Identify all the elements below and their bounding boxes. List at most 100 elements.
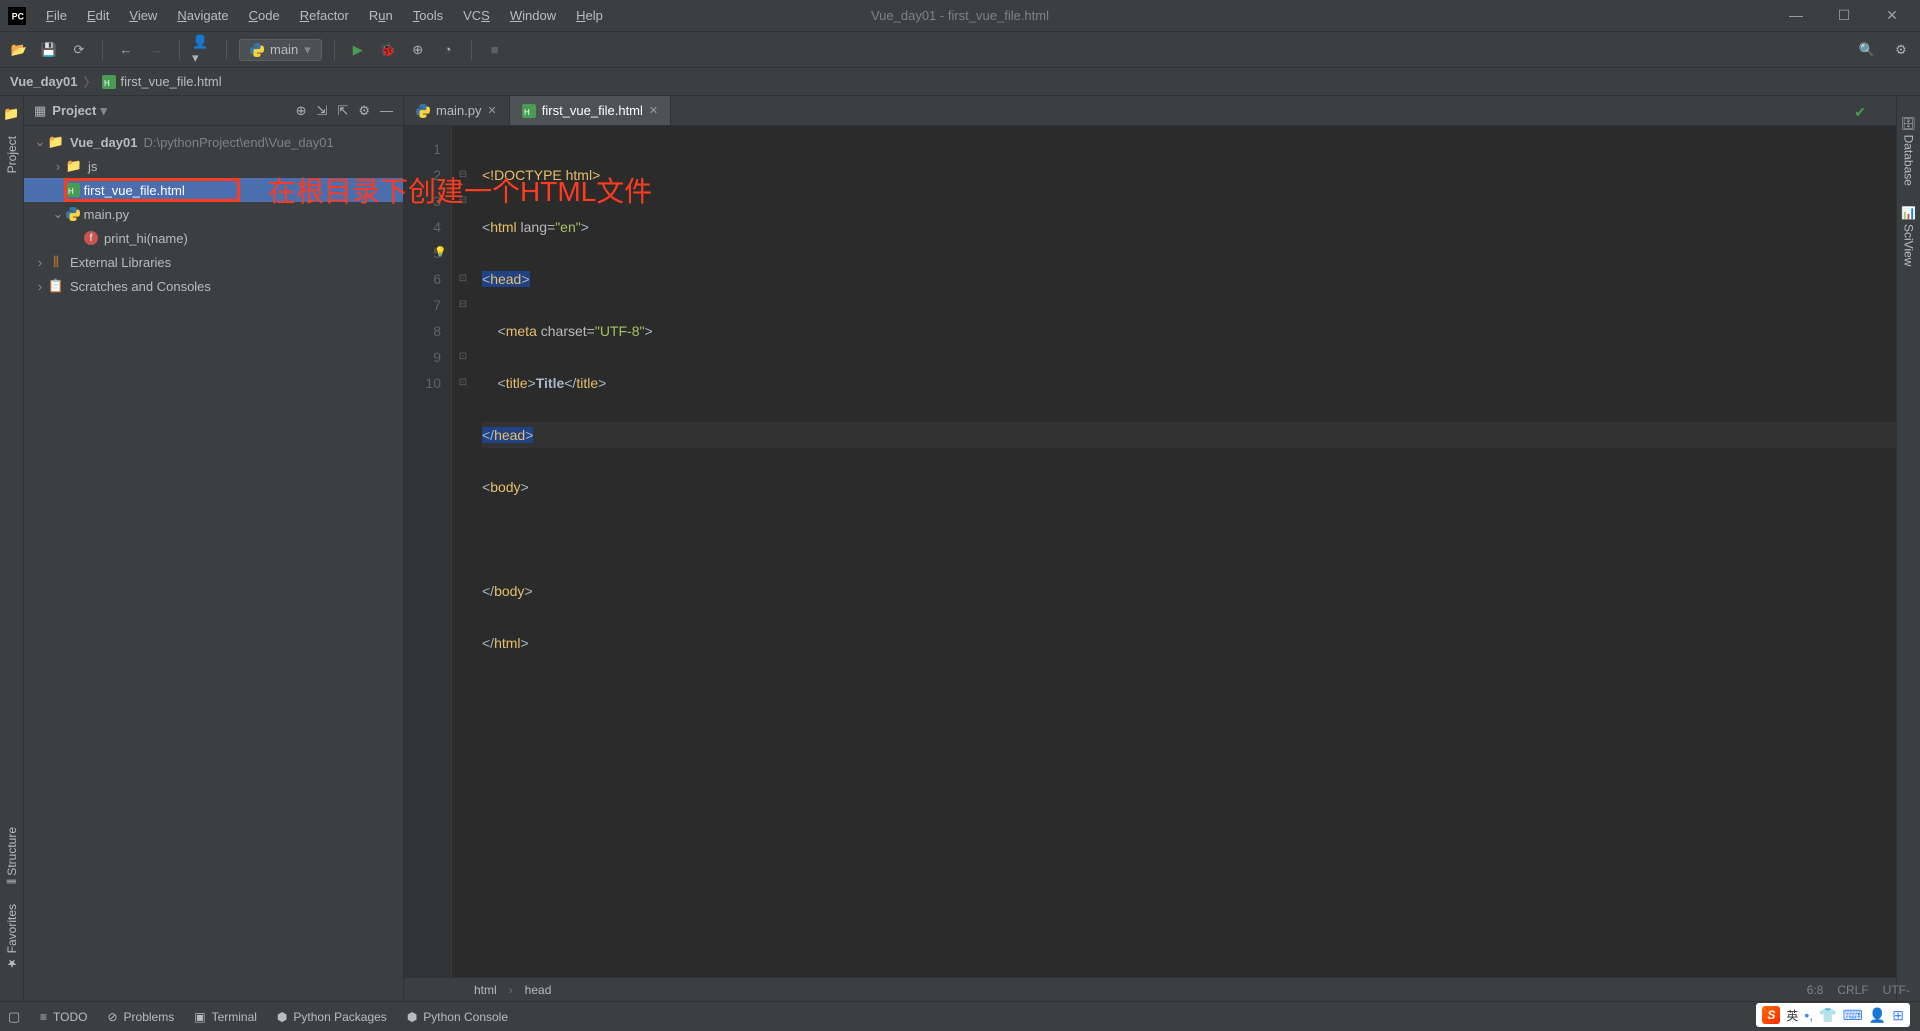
run-icon[interactable]: ▶ [347, 39, 369, 61]
crumb-html[interactable]: html [474, 983, 497, 997]
expand-icon[interactable]: ⇲ [317, 103, 328, 119]
sidebar-tab-structure[interactable]: ⫴ Structure [5, 817, 19, 894]
tree-func[interactable]: f print_hi(name) [24, 226, 403, 250]
main-area: 📁 Project ⫴ Structure ★ Favorites ▦ Proj… [0, 96, 1920, 1001]
main-menu: File Edit View Navigate Code Refactor Ru… [38, 4, 611, 27]
window-title: Vue_day01 - first_vue_file.html [871, 8, 1049, 23]
search-icon[interactable]: 🔍 [1856, 39, 1878, 61]
svg-text:H: H [524, 108, 530, 117]
forward-icon[interactable]: → [145, 39, 167, 61]
user-icon[interactable]: 👤▾ [192, 39, 214, 61]
encoding[interactable]: UTF- [1883, 983, 1910, 997]
project-panel-title[interactable]: Project ▾ [52, 103, 107, 119]
titlebar: PC File Edit View Navigate Code Refactor… [0, 0, 1920, 32]
editor-tabs: main.py ✕ H first_vue_file.html ✕ [404, 96, 1896, 126]
tree-external-libs[interactable]: › ⫼ External Libraries [24, 250, 403, 274]
project-panel: ▦ Project ▾ ⊕ ⇲ ⇱ ⚙ — ⌄ 📁 Vue_day01D:\py… [24, 96, 404, 1001]
close-button[interactable]: ✕ [1880, 7, 1904, 24]
ime-bar[interactable]: S 英 •, 👕 ⌨ 👤 ⊞ [1756, 1003, 1910, 1027]
hide-panel-icon[interactable]: — [380, 103, 393, 119]
tab-close-icon[interactable]: ✕ [488, 104, 497, 117]
menu-navigate[interactable]: Navigate [169, 4, 236, 27]
tab-mainpy[interactable]: main.py ✕ [404, 96, 510, 125]
python-icon [416, 104, 430, 118]
menu-help[interactable]: Help [568, 4, 611, 27]
ime-icon[interactable]: ⊞ [1892, 1007, 1904, 1024]
tab-label: main.py [436, 103, 482, 118]
sb-pyconsole[interactable]: ⬢ Python Console [407, 1010, 508, 1024]
chevron-right-icon[interactable]: › [34, 255, 46, 270]
chevron-right-icon[interactable]: › [34, 279, 46, 294]
breadcrumb-file[interactable]: H first_vue_file.html [102, 74, 221, 89]
code-editor[interactable]: 12345678910 ⊟⊟💡⊡⊟⊡⊡ <!DOCTYPE html> <htm… [404, 126, 1896, 977]
chevron-right-icon[interactable]: › [52, 159, 64, 174]
debug-icon[interactable]: 🐞 [377, 39, 399, 61]
sb-problems[interactable]: ⊘ Problems [107, 1010, 174, 1024]
back-icon[interactable]: ← [115, 39, 137, 61]
menu-edit[interactable]: Edit [79, 4, 117, 27]
crumb-head[interactable]: head [525, 983, 552, 997]
sidebar-tab-sciview[interactable]: 📊 SciView [1902, 196, 1916, 276]
ime-icon[interactable]: 👤 [1869, 1007, 1886, 1024]
menu-code[interactable]: Code [241, 4, 288, 27]
collapse-icon[interactable]: ⇱ [337, 103, 348, 119]
chevron-down-icon[interactable]: ⌄ [52, 206, 64, 222]
html-file-icon: H [522, 104, 536, 118]
sb-todo[interactable]: ≡ TODO [40, 1010, 87, 1024]
crumb-separator: › [509, 983, 513, 997]
menu-run[interactable]: Run [361, 4, 401, 27]
chevron-down-icon[interactable]: ⌄ [34, 134, 46, 150]
open-icon[interactable]: 📂 [8, 39, 30, 61]
tool-window-toggle-icon[interactable]: ▢ [8, 1009, 20, 1025]
save-icon[interactable]: 💾 [38, 39, 60, 61]
menu-vcs[interactable]: VCS [455, 4, 498, 27]
project-tab-icon[interactable]: 📁 [3, 106, 19, 122]
sb-pypkg[interactable]: ⬢ Python Packages [277, 1010, 387, 1024]
minimize-button[interactable]: — [1784, 7, 1808, 24]
fold-icon[interactable]: ⊟ [452, 292, 474, 318]
intention-bulb-icon[interactable]: 💡 [434, 240, 446, 266]
sidebar-tab-database[interactable]: 🗄 Database [1902, 106, 1916, 196]
run-configuration[interactable]: main ▾ [239, 39, 322, 61]
left-tool-strip: 📁 Project ⫴ Structure ★ Favorites [0, 96, 24, 1001]
panel-settings-icon[interactable]: ⚙ [358, 103, 370, 119]
tab-html[interactable]: H first_vue_file.html ✕ [510, 96, 671, 125]
sidebar-tab-favorites[interactable]: ★ Favorites [5, 894, 19, 981]
profile-icon[interactable]: ◔ [437, 39, 459, 61]
tree-root[interactable]: ⌄ 📁 Vue_day01D:\pythonProject\end\Vue_da… [24, 130, 403, 154]
ime-icon[interactable]: •, [1804, 1007, 1813, 1023]
fold-icon[interactable]: ⊡ [452, 370, 474, 396]
toolbar: 📂 💾 ⟳ ← → 👤▾ main ▾ ▶ 🐞 ⊕ ◔ ■ 🔍 ⚙ [0, 32, 1920, 68]
menu-file[interactable]: File [38, 4, 75, 27]
menu-window[interactable]: Window [502, 4, 564, 27]
project-panel-header: ▦ Project ▾ ⊕ ⇲ ⇱ ⚙ — [24, 96, 403, 126]
fold-icon[interactable]: ⊡ [452, 266, 474, 292]
ime-lang[interactable]: 英 [1786, 1007, 1798, 1024]
cursor-position[interactable]: 6:8 [1807, 983, 1824, 997]
breadcrumb-root[interactable]: Vue_day01 [10, 74, 77, 89]
run-config-label: main [270, 42, 298, 57]
function-icon: f [84, 231, 98, 245]
locate-icon[interactable]: ⊕ [296, 103, 307, 119]
tab-close-icon[interactable]: ✕ [649, 104, 658, 117]
ime-icon[interactable]: 👕 [1819, 1007, 1836, 1024]
ime-icon[interactable]: ⌨ [1843, 1007, 1863, 1024]
sogou-logo-icon: S [1762, 1006, 1780, 1024]
tree-scratches[interactable]: › 📋 Scratches and Consoles [24, 274, 403, 298]
project-tree: ⌄ 📁 Vue_day01D:\pythonProject\end\Vue_da… [24, 126, 403, 1001]
line-ending[interactable]: CRLF [1837, 983, 1868, 997]
menu-view[interactable]: View [121, 4, 165, 27]
settings-icon[interactable]: ⚙ [1890, 39, 1912, 61]
sb-terminal[interactable]: ▣ Terminal [194, 1010, 257, 1024]
analysis-ok-icon[interactable]: ✔ [1854, 104, 1866, 121]
coverage-icon[interactable]: ⊕ [407, 39, 429, 61]
sidebar-tab-project[interactable]: Project [5, 126, 19, 183]
refresh-icon[interactable]: ⟳ [68, 39, 90, 61]
stop-icon[interactable]: ■ [484, 39, 506, 61]
code-content[interactable]: <!DOCTYPE html> <html lang="en"> <head> … [474, 126, 1896, 977]
fold-icon[interactable]: ⊡ [452, 344, 474, 370]
menu-refactor[interactable]: Refactor [292, 4, 357, 27]
editor-area: main.py ✕ H first_vue_file.html ✕ ✔ 1234… [404, 96, 1896, 1001]
menu-tools[interactable]: Tools [405, 4, 451, 27]
maximize-button[interactable]: ☐ [1832, 7, 1856, 24]
